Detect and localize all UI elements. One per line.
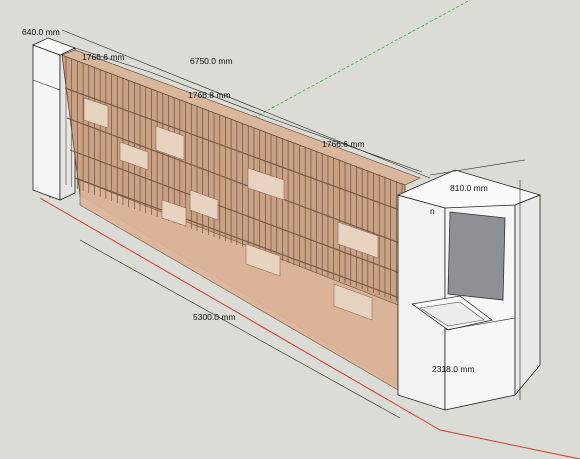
dimension-module-2: 1766.8 mm bbox=[188, 90, 231, 100]
left-cabinet-front[interactable] bbox=[32, 44, 61, 201]
green-axis bbox=[249, 0, 471, 121]
model-viewport[interactable]: 640.0 mm 1766.6 mm 6750.0 mm 1766.8 mm 1… bbox=[0, 0, 580, 459]
red-axis-extension bbox=[439, 429, 580, 459]
dimension-module-3: 1766.6 mm bbox=[322, 139, 365, 149]
dimension-height-right: 2318.0 mm bbox=[432, 364, 475, 374]
dimension-overall-length: 6750.0 mm bbox=[190, 56, 233, 66]
dimension-depth-left: 640.0 mm bbox=[22, 27, 60, 37]
mirror-glass bbox=[447, 211, 506, 301]
dimension-partial-label: n bbox=[430, 206, 435, 216]
dimension-width-right: 810.0 mm bbox=[450, 183, 488, 193]
dimension-module-1: 1766.6 mm bbox=[82, 52, 125, 62]
right-cabinet-back-side bbox=[514, 194, 541, 397]
dimension-base-length: 5300.0 mm bbox=[193, 312, 236, 322]
